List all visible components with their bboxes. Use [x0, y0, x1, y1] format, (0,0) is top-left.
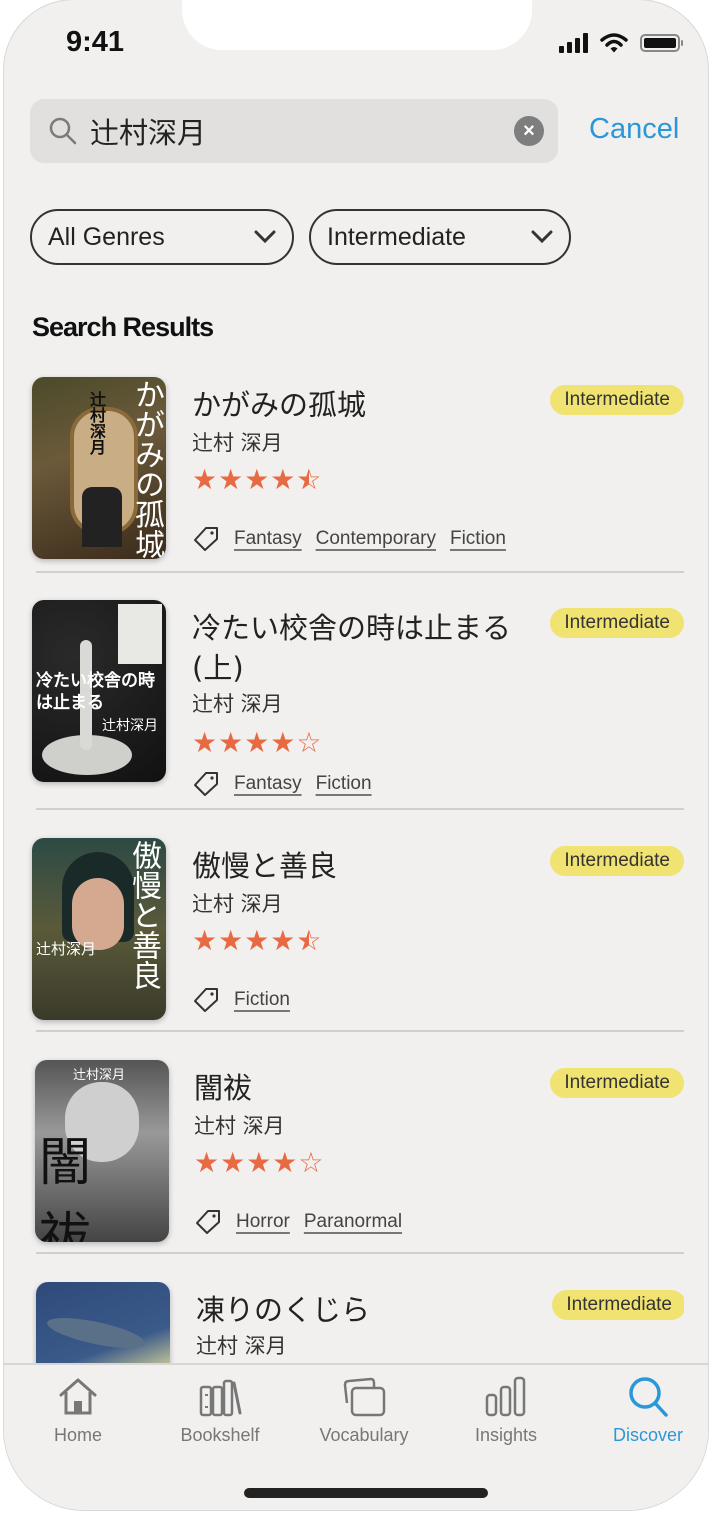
tag-list: Fantasy Fiction: [192, 770, 372, 798]
level-badge: Intermediate: [550, 1068, 684, 1098]
signal-icon: [559, 33, 588, 53]
result-item[interactable]: 傲慢と善良 辻村深月 傲慢と善良 辻村 深月 ★★★★☆★ Intermedia…: [32, 838, 684, 1038]
book-cover[interactable]: 冷たい校舎の時は止まる 辻村深月: [32, 600, 166, 782]
tag-icon: [196, 1210, 220, 1234]
book-title[interactable]: 凍りのくじら: [196, 1290, 516, 1330]
battery-icon: [640, 34, 683, 52]
star-rating: ★★★★☆★: [192, 925, 323, 956]
search-icon: [629, 1377, 668, 1417]
divider: [36, 1030, 684, 1032]
search-input[interactable]: [88, 113, 514, 149]
tag-link[interactable]: Fantasy: [234, 528, 302, 550]
tag-list: Horror Paranormal: [194, 1208, 402, 1236]
book-title[interactable]: 冷たい校舎の時は止まる(上): [192, 608, 512, 688]
tag-icon: [194, 527, 218, 551]
result-item[interactable]: 辻村深月 闇祓 闇祓 辻村 深月 ★★★★☆ Intermediate Horr…: [32, 1060, 684, 1260]
search-bar[interactable]: ×: [30, 99, 558, 163]
tag-icon: [194, 772, 218, 796]
book-author: 辻村 深月: [192, 892, 283, 916]
book-author: 辻村 深月: [192, 692, 283, 716]
genre-filter-dropdown[interactable]: All Genres: [30, 209, 294, 265]
book-author: 辻村 深月: [196, 1334, 287, 1358]
genre-filter-label: All Genres: [48, 222, 165, 251]
level-badge: Intermediate: [550, 385, 684, 415]
tab-insights[interactable]: Insights: [436, 1375, 576, 1446]
book-cover[interactable]: かがみの孤城 辻村深月: [32, 377, 166, 559]
section-title: Search Results: [32, 312, 214, 342]
tab-home[interactable]: Home: [8, 1375, 148, 1446]
cancel-button[interactable]: Cancel: [589, 113, 679, 146]
wifi-icon: [600, 33, 628, 53]
star-rating: ★★★★☆: [192, 727, 323, 758]
cards-icon: [343, 1377, 386, 1417]
tag-list: Fiction: [192, 986, 290, 1014]
tag-list: Fantasy Contemporary Fiction: [192, 525, 506, 553]
search-icon: [49, 117, 77, 145]
divider: [36, 1252, 684, 1254]
half-star-icon: ☆★: [296, 464, 323, 495]
book-cover[interactable]: [36, 1282, 170, 1364]
tag-link[interactable]: Fiction: [234, 989, 290, 1011]
home-icon: [59, 1378, 97, 1415]
tab-discover[interactable]: Discover: [578, 1375, 708, 1446]
tab-bookshelf[interactable]: Bookshelf: [150, 1375, 290, 1446]
bookshelf-icon: [199, 1379, 242, 1417]
result-item[interactable]: かがみの孤城 辻村深月 かがみの孤城 辻村 深月 ★★★★☆★ Intermed…: [32, 377, 684, 577]
level-badge: Intermediate: [550, 608, 684, 638]
book-title[interactable]: 傲慢と善良: [192, 846, 512, 886]
clear-icon[interactable]: ×: [514, 116, 544, 146]
tag-link[interactable]: Fiction: [450, 528, 506, 550]
phone-screen: 9:41 × Cancel All Genres Intermediate Se…: [4, 0, 708, 1510]
tab-vocabulary[interactable]: Vocabulary: [294, 1375, 434, 1446]
level-badge: Intermediate: [550, 846, 684, 876]
chevron-down-icon: [531, 230, 553, 244]
divider: [36, 571, 684, 573]
tag-link[interactable]: Fantasy: [234, 773, 302, 795]
result-item[interactable]: 凍りのくじら 辻村 深月 Intermediate: [32, 1282, 684, 1364]
tag-link[interactable]: Horror: [236, 1211, 290, 1233]
divider: [36, 808, 684, 810]
book-author: 辻村 深月: [192, 431, 283, 455]
book-cover[interactable]: 傲慢と善良 辻村深月: [32, 838, 166, 1020]
level-filter-dropdown[interactable]: Intermediate: [309, 209, 571, 265]
book-title[interactable]: かがみの孤城: [192, 385, 512, 425]
home-indicator[interactable]: [244, 1488, 488, 1498]
chevron-down-icon: [254, 230, 276, 244]
bar-chart-icon: [485, 1376, 526, 1417]
tag-link[interactable]: Contemporary: [316, 528, 436, 550]
star-rating: ★★★★☆★: [192, 464, 323, 495]
tag-link[interactable]: Fiction: [316, 773, 372, 795]
tag-link[interactable]: Paranormal: [304, 1211, 402, 1233]
level-filter-label: Intermediate: [327, 222, 466, 251]
status-icons: [559, 32, 683, 54]
book-author: 辻村 深月: [194, 1114, 285, 1138]
result-item[interactable]: 冷たい校舎の時は止まる 辻村深月 冷たい校舎の時は止まる(上) 辻村 深月 ★★…: [32, 600, 684, 810]
book-cover[interactable]: 辻村深月 闇祓: [35, 1060, 169, 1242]
book-title[interactable]: 闇祓: [194, 1068, 514, 1108]
level-badge: Intermediate: [552, 1290, 684, 1320]
star-rating: ★★★★☆: [194, 1147, 325, 1178]
tag-icon: [194, 988, 218, 1012]
half-star-icon: ☆★: [296, 925, 323, 956]
status-time: 9:41: [66, 26, 125, 58]
notch: [182, 0, 532, 50]
